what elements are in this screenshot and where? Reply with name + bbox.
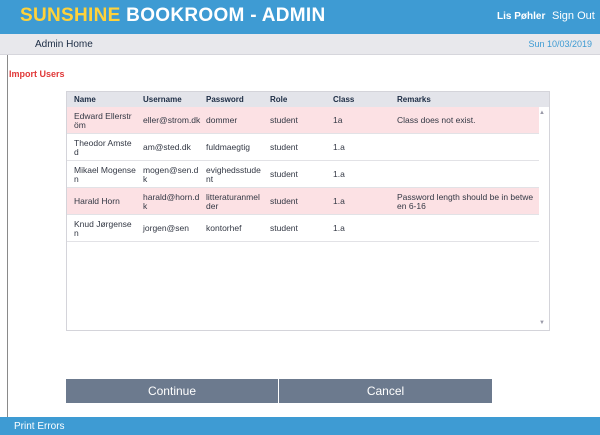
current-date: Sun 10/03/2019 [528,39,592,49]
cell-remarks: Class does not exist. [397,115,476,125]
cell-username: mogen@sen.dk [143,165,199,184]
cell-remarks: Password length should be in between 6-1… [397,192,534,211]
cancel-button[interactable]: Cancel [279,379,492,403]
table-row[interactable]: Theodor Amsted am@sted.dk fuldmaegtig stude… [67,134,539,161]
cell-name: Theodor Amsted [74,138,132,157]
scroll-up-arrow-icon[interactable]: ▲ [539,110,545,116]
left-divider [7,55,8,417]
cell-class: 1.a [333,196,345,206]
column-header-class[interactable]: Class [333,95,354,104]
cell-username: eller@strom.dk [143,115,201,125]
admin-home-link[interactable]: Admin Home [35,39,93,50]
print-errors-link[interactable]: Print Errors [14,421,65,432]
table-row[interactable]: Harald Horn harald@horn.dk litteraturanmel… [67,188,539,215]
cell-name: Harald Horn [74,196,120,206]
cell-password: fuldmaegtig [206,142,250,152]
cell-username: am@sted.dk [143,142,191,152]
cell-name: Mikael Mogensen [74,165,136,184]
cell-role: student [270,169,298,179]
cell-class: 1a [333,115,343,125]
cell-password: dommer [206,115,238,125]
app-title: SUNSHINE BOOKROOM - ADMIN [20,5,326,27]
user-name[interactable]: Lis Pøhler [497,11,545,22]
column-header-name[interactable]: Name [74,95,96,104]
continue-button[interactable]: Continue [66,379,278,403]
cell-username: jorgen@sen [143,223,189,233]
scroll-down-arrow-icon[interactable]: ▼ [539,320,545,326]
cell-class: 1.a [333,169,345,179]
cell-password: kontorhef [206,223,242,233]
cell-role: student [270,115,298,125]
app-title-accent: SUNSHINE [20,5,121,26]
table-header: Name Username Password Role Class Remark… [67,92,549,107]
cell-role: student [270,196,298,206]
table-row[interactable]: Edward Ellerström eller@strom.dk dommer stu… [67,107,539,134]
sub-header: Admin Home Sun 10/03/2019 [0,34,600,55]
import-users-table[interactable]: Name Username Password Role Class Remark… [66,91,550,331]
table-row[interactable]: Knud Jørgensen jorgen@sen kontorhef student… [67,215,539,242]
column-header-password[interactable]: Password [206,95,244,104]
cell-class: 1.a [333,142,345,152]
app-title-rest: BOOKROOM - ADMIN [120,5,326,26]
cell-role: student [270,142,298,152]
column-header-role[interactable]: Role [270,95,287,104]
cell-password: litteraturanmelder [206,192,260,211]
cell-username: harald@horn.dk [143,192,200,211]
footer-bar: Print Errors [0,417,600,435]
cell-name: Edward Ellerström [74,111,132,130]
table-row[interactable]: Mikael Mogensen mogen@sen.dk evighedsstude… [67,161,539,188]
sign-out-link[interactable]: Sign Out [552,10,595,22]
column-header-remarks[interactable]: Remarks [397,95,431,104]
section-title: Import Users [9,69,65,79]
cell-class: 1.a [333,223,345,233]
cell-password: evighedsstudent [206,165,261,184]
top-bar: SUNSHINE BOOKROOM - ADMIN Lis Pøhler Sig… [0,0,600,34]
cell-role: student [270,223,298,233]
cell-name: Knud Jørgensen [74,219,132,238]
column-header-username[interactable]: Username [143,95,182,104]
